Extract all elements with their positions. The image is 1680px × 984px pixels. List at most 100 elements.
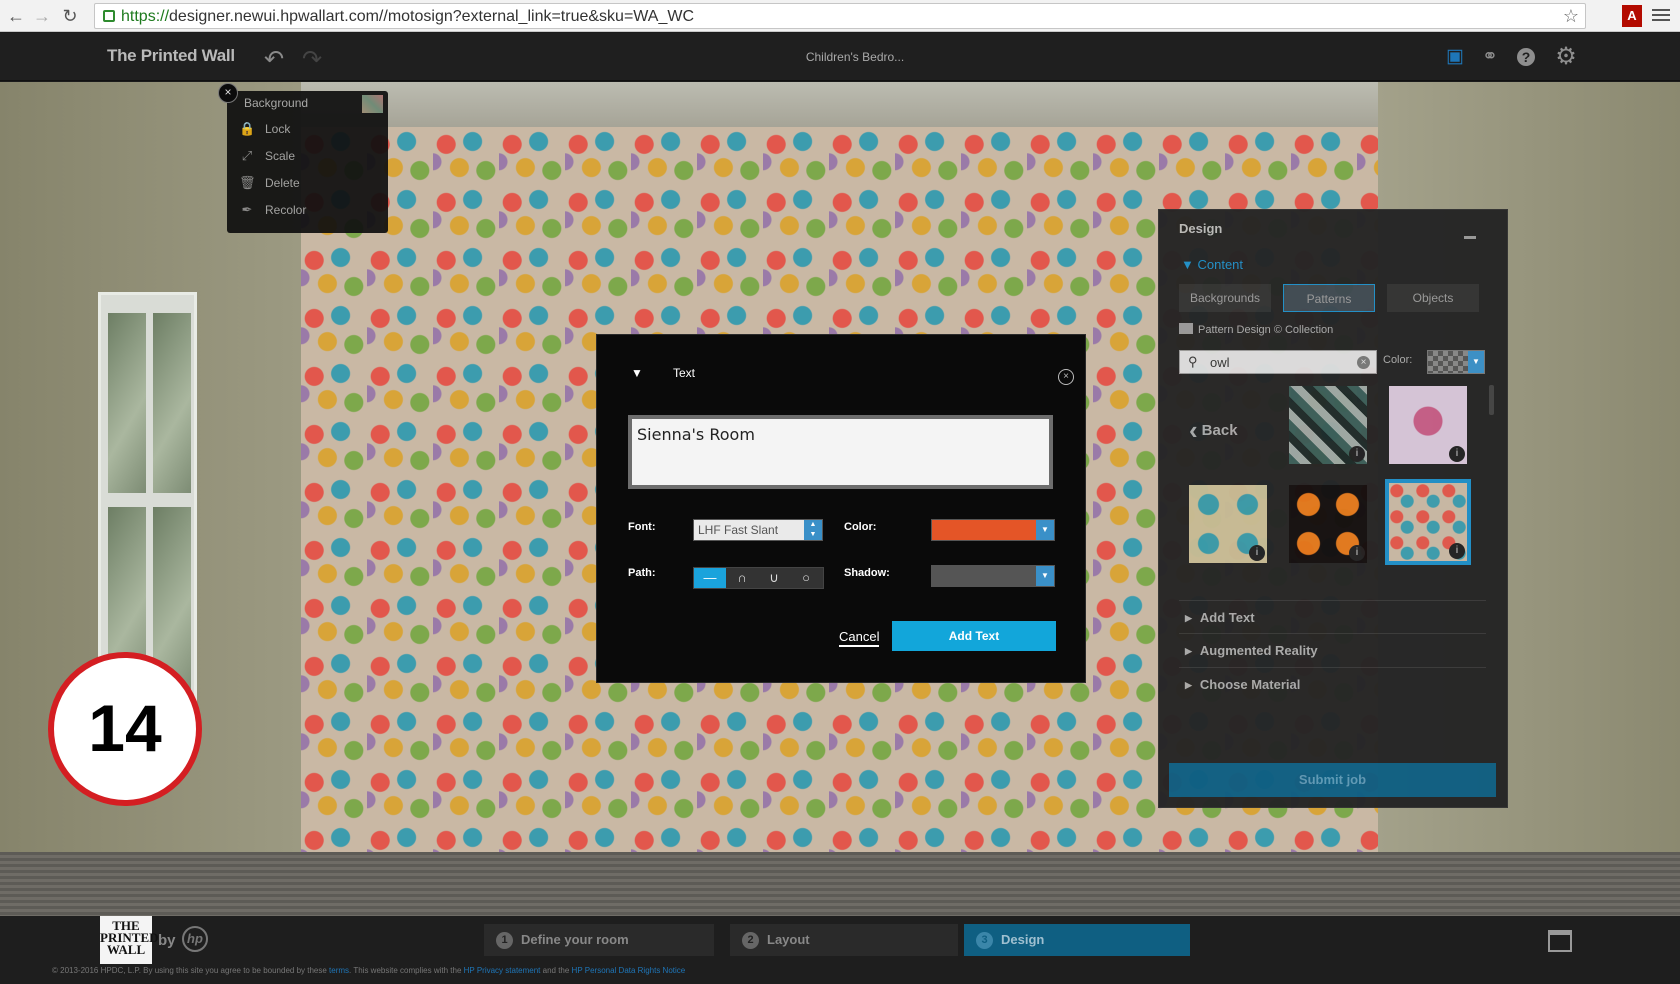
- lock-icon: 🔒: [239, 121, 256, 136]
- shadow-select[interactable]: ▼: [931, 565, 1055, 587]
- menu-item-label: Scale: [265, 149, 296, 163]
- path-straight-button[interactable]: —: [694, 568, 726, 588]
- info-icon[interactable]: i: [1349, 545, 1365, 561]
- eyedropper-icon: ✒: [241, 202, 253, 217]
- url-protocol: https://: [121, 8, 170, 25]
- terms-link[interactable]: terms: [329, 966, 349, 975]
- panel-title: Design: [1179, 221, 1223, 236]
- collapse-triangle-icon[interactable]: ▼: [631, 366, 643, 380]
- room-window: [98, 292, 197, 712]
- footer-by: by: [158, 932, 176, 949]
- info-icon[interactable]: i: [1449, 543, 1465, 559]
- context-menu-title: Background: [244, 96, 309, 110]
- minimize-icon[interactable]: [1464, 236, 1476, 239]
- path-arc-up-button[interactable]: ∩: [726, 568, 758, 588]
- chevron-left-icon: ‹: [1189, 415, 1198, 445]
- pattern-search-input[interactable]: ⚲ owl ×: [1179, 350, 1377, 374]
- color-filter-select[interactable]: ▼: [1427, 350, 1485, 374]
- back-label: Back: [1201, 422, 1238, 439]
- reload-icon[interactable]: ↻: [60, 6, 80, 26]
- add-text-button[interactable]: Add Text: [892, 621, 1056, 651]
- browser-menu-icon[interactable]: [1652, 6, 1670, 24]
- info-icon[interactable]: i: [1249, 545, 1265, 561]
- step-define-room[interactable]: 1 Define your room: [484, 924, 714, 956]
- menu-item-label: Recolor: [265, 203, 307, 217]
- tab-backgrounds[interactable]: Backgrounds: [1179, 284, 1271, 312]
- step-number: 2: [742, 932, 759, 949]
- pattern-thumbnail[interactable]: i: [1189, 485, 1267, 563]
- step-label: Layout: [767, 932, 810, 947]
- section-label: Add Text: [1199, 610, 1255, 625]
- copyright-part: © 2013-2016 HPDC, L.P. By using this sit…: [52, 966, 330, 975]
- copyright-part: and the: [540, 966, 572, 975]
- step-number: 3: [976, 932, 993, 949]
- chevron-down-icon: ▼: [1036, 566, 1054, 586]
- data-rights-link[interactable]: HP Personal Data Rights Notice: [572, 966, 686, 975]
- pattern-thumbnail[interactable]: i: [1289, 386, 1367, 464]
- tab-objects[interactable]: Objects: [1387, 284, 1479, 312]
- help-icon[interactable]: ?: [1517, 48, 1535, 66]
- printed-wall-logo: THE PRINTED WALL: [100, 916, 159, 964]
- address-bar[interactable]: https://designer.newui.hpwallart.com//mo…: [94, 3, 1586, 29]
- forward-arrow-icon[interactable]: →: [32, 6, 52, 26]
- menu-item-recolor[interactable]: ✒ Recolor: [239, 199, 379, 221]
- menu-item-delete[interactable]: 🗑 Delete: [239, 172, 379, 194]
- share-icon[interactable]: ⚭: [1479, 46, 1501, 68]
- shadow-label: Shadow:: [844, 567, 890, 579]
- content-label: Content: [1197, 257, 1244, 272]
- info-icon[interactable]: i: [1449, 446, 1465, 462]
- font-select[interactable]: LHF Fast Slant ▲ ▼: [693, 519, 823, 541]
- section-augmented-reality[interactable]: ▶ Augmented Reality: [1179, 633, 1486, 665]
- step-layout[interactable]: 2 Layout: [730, 924, 958, 956]
- pattern-thumbnail[interactable]: i: [1389, 386, 1467, 464]
- back-arrow-icon[interactable]: ←: [6, 6, 26, 26]
- info-icon[interactable]: i: [1349, 446, 1365, 462]
- search-value: owl: [1210, 355, 1230, 370]
- bookmark-star-icon[interactable]: ☆: [1563, 6, 1579, 27]
- color-filter-label: Color:: [1383, 354, 1413, 366]
- app-footer: THE PRINTED WALL by hp 1 Define your room…: [0, 916, 1680, 984]
- thumbnail-scrollbar[interactable]: [1489, 385, 1494, 415]
- section-add-text[interactable]: ▶ Add Text: [1179, 600, 1486, 632]
- pattern-thumbnail-selected[interactable]: i: [1385, 479, 1471, 565]
- color-select[interactable]: ▼: [931, 519, 1055, 541]
- close-icon[interactable]: ×: [1058, 369, 1074, 385]
- fullscreen-icon[interactable]: [1548, 930, 1572, 952]
- section-label: Choose Material: [1199, 677, 1301, 692]
- text-input[interactable]: Sienna's Room: [628, 415, 1053, 489]
- collection-breadcrumb[interactable]: Pattern Design © Collection: [1179, 323, 1333, 336]
- menu-item-lock[interactable]: 🔒 Lock: [239, 118, 379, 140]
- privacy-link[interactable]: HP Privacy statement: [464, 966, 541, 975]
- clear-search-icon[interactable]: ×: [1357, 356, 1370, 369]
- pattern-thumbnail[interactable]: i: [1289, 485, 1367, 563]
- folder-icon: [1179, 323, 1193, 334]
- chevron-down-icon: ▼: [1036, 520, 1054, 540]
- menu-item-label: Lock: [265, 122, 291, 136]
- menu-item-scale[interactable]: ⤢ Scale: [239, 145, 379, 167]
- search-icon: ⚲: [1188, 354, 1198, 369]
- copyright-part: . This website complies with the: [349, 966, 464, 975]
- step-label: Design: [1001, 932, 1045, 947]
- step-design[interactable]: 3 Design: [964, 924, 1190, 956]
- content-section-toggle[interactable]: ▼ Content: [1181, 257, 1243, 272]
- tab-patterns[interactable]: Patterns: [1283, 284, 1375, 312]
- color-label: Color:: [844, 521, 877, 533]
- submit-job-button[interactable]: Submit job: [1169, 763, 1496, 797]
- gear-icon[interactable]: ⚙: [1555, 45, 1577, 69]
- cancel-button[interactable]: Cancel: [839, 629, 880, 647]
- triangle-right-icon: ▶: [1185, 646, 1192, 656]
- section-choose-material[interactable]: ▶ Choose Material: [1179, 667, 1486, 699]
- browser-toolbar: ← → ↻ https://designer.newui.hpwallart.c…: [0, 0, 1680, 32]
- lock-icon: [103, 10, 115, 22]
- document-title: Children's Bedro...: [805, 50, 905, 64]
- save-icon[interactable]: ▣: [1444, 46, 1466, 68]
- close-context-menu-icon[interactable]: ×: [218, 83, 238, 103]
- path-arc-down-button[interactable]: ∪: [758, 568, 790, 588]
- background-swatch: [362, 95, 383, 113]
- path-selector: — ∩ ∪ ○: [693, 567, 824, 589]
- pdf-extension-icon[interactable]: A: [1622, 5, 1642, 27]
- path-circle-button[interactable]: ○: [790, 568, 822, 588]
- back-button[interactable]: ‹ Back: [1189, 415, 1238, 446]
- url-text: https://designer.newui.hpwallart.com//mo…: [121, 8, 694, 26]
- app-header: The Printed Wall ↶ ↷ Children's Bedro...…: [0, 33, 1680, 81]
